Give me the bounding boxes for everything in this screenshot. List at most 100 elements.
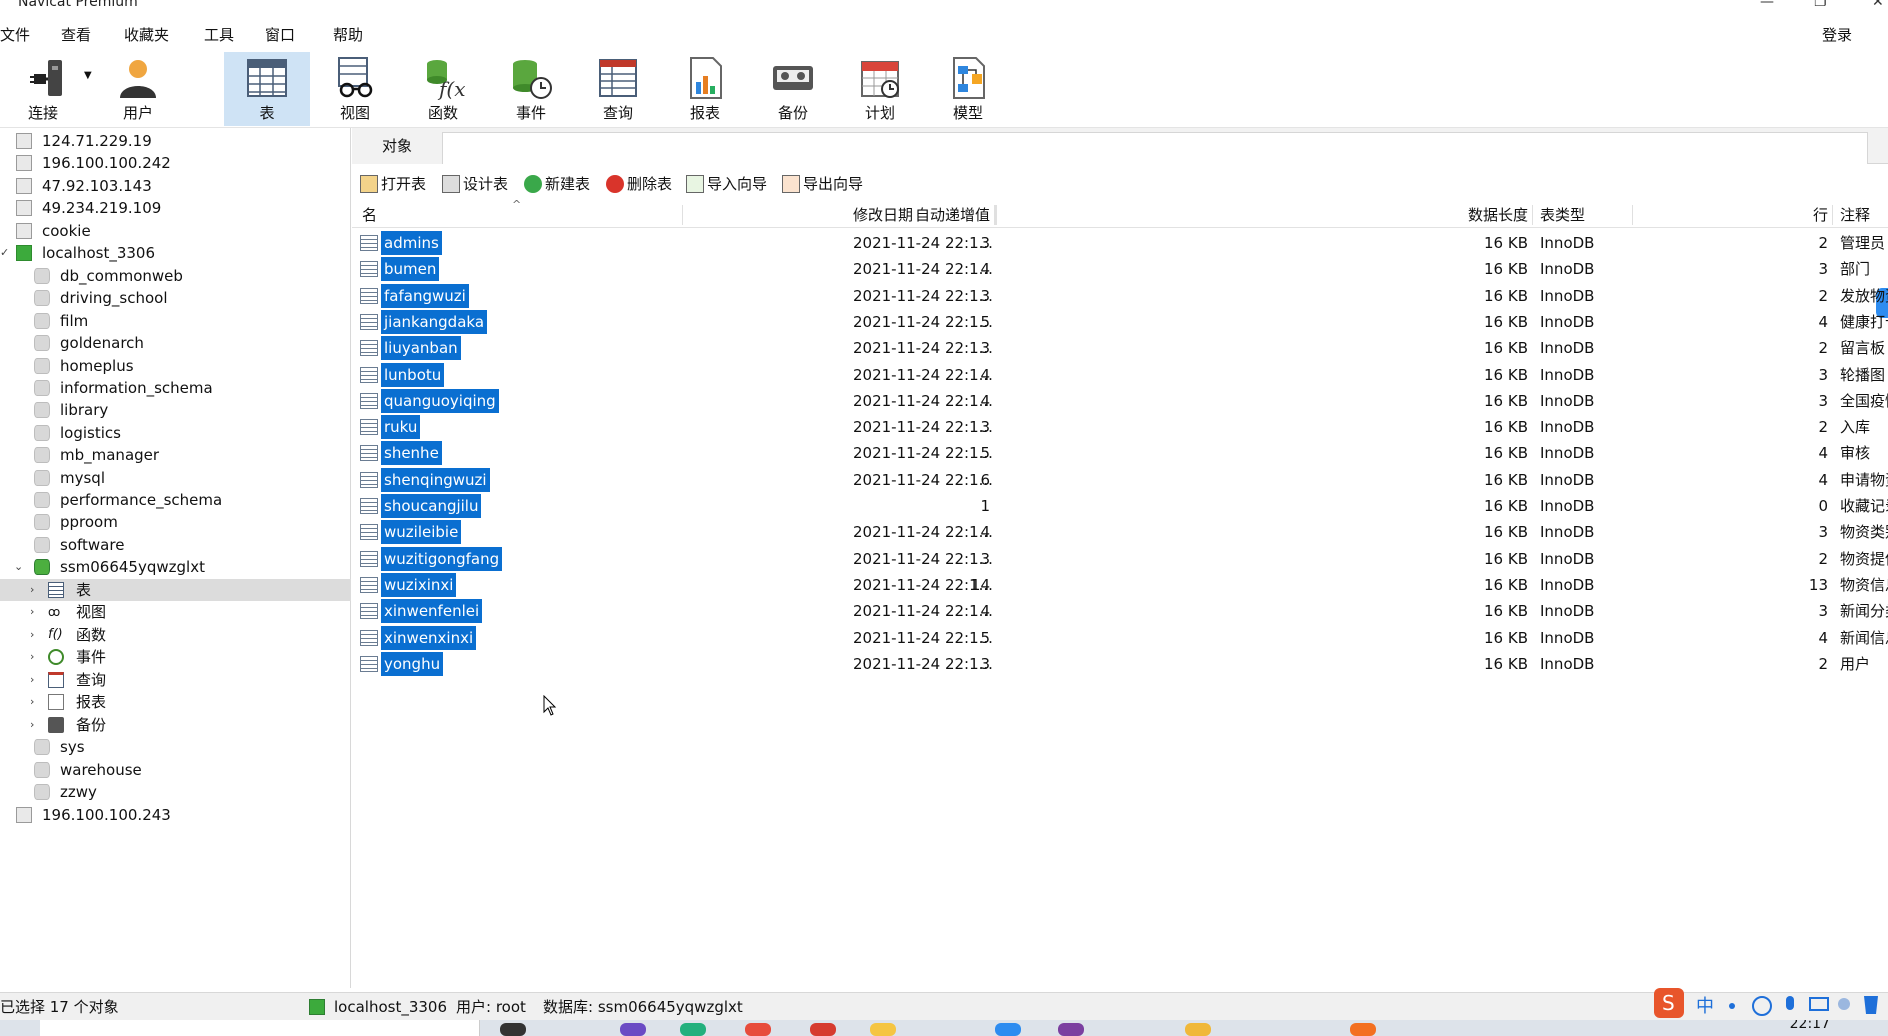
- connection-tree[interactable]: 124.71.229.19 196.100.100.242 47.92.103.…: [0, 128, 351, 988]
- tree-db[interactable]: homeplus: [0, 355, 351, 377]
- model-button[interactable]: 模型: [925, 52, 1011, 126]
- menu-favorites[interactable]: 收藏夹: [124, 24, 169, 45]
- table-row[interactable]: lunbotu 4 2021-11-24 22:1... 16 KB InnoDB 3 轮播…: [352, 362, 1888, 388]
- table-row[interactable]: jiankangdaka 5 2021-11-24 22:1... 16 KB Inno…: [352, 309, 1888, 335]
- tree-db[interactable]: driving_school: [0, 287, 351, 309]
- taskbar-app-icon[interactable]: [995, 1023, 1021, 1036]
- tree-server[interactable]: 196.100.100.242: [0, 152, 351, 174]
- tree-db[interactable]: goldenarch: [0, 332, 351, 354]
- taskbar-app-icon[interactable]: [680, 1023, 706, 1036]
- table-row[interactable]: shenhe 5 2021-11-24 22:1... 16 KB InnoDB 4 审核: [352, 440, 1888, 466]
- object-grid[interactable]: 名 ^ 自动递增值 修改日期 数据长度 表类型 行 注释 admins 3 2021…: [352, 198, 1888, 988]
- tree-db[interactable]: db_commonweb: [0, 265, 351, 287]
- col-auto-increment[interactable]: 自动递增值: [682, 202, 990, 228]
- backup-button[interactable]: 备份: [750, 52, 836, 126]
- col-comment[interactable]: 注释: [1840, 202, 1870, 228]
- tree-node-queries[interactable]: › 查询: [0, 669, 351, 691]
- taskbar-app-icon[interactable]: [745, 1023, 771, 1036]
- tree-server[interactable]: 49.234.219.109: [0, 197, 351, 219]
- tree-db[interactable]: information_schema: [0, 377, 351, 399]
- tree-db[interactable]: pproom: [0, 511, 351, 533]
- chevron-down-icon[interactable]: ⌄: [14, 556, 26, 578]
- tree-db[interactable]: logistics: [0, 422, 351, 444]
- cell-name[interactable]: shenhe: [360, 440, 680, 466]
- tab-objects[interactable]: 对象: [352, 128, 442, 164]
- chevron-right-icon[interactable]: ›: [30, 691, 42, 713]
- cell-name[interactable]: jiankangdaka: [360, 309, 680, 335]
- import-wizard-button[interactable]: 导入向导: [686, 173, 767, 195]
- function-button[interactable]: f(x) 函数: [400, 52, 486, 126]
- maximize-button[interactable]: ❐: [1814, 0, 1827, 10]
- table-row[interactable]: liuyanban 3 2021-11-24 22:1... 16 KB InnoDB 2…: [352, 335, 1888, 361]
- tree-db[interactable]: mb_manager: [0, 444, 351, 466]
- menu-help[interactable]: 帮助: [333, 24, 363, 45]
- design-table-button[interactable]: 设计表: [442, 173, 508, 195]
- view-button[interactable]: 视图: [312, 52, 398, 126]
- col-rows[interactable]: 行: [1632, 202, 1828, 228]
- tree-node-reports[interactable]: › 报表: [0, 691, 351, 713]
- query-button[interactable]: 查询: [575, 52, 661, 126]
- col-modified[interactable]: 修改日期: [853, 202, 913, 228]
- column-divider[interactable]: [1532, 205, 1533, 225]
- tree-node-views[interactable]: › ꝏ 视图: [0, 601, 351, 623]
- chevron-down-icon[interactable]: ✓: [0, 242, 12, 264]
- cell-name[interactable]: wuzitigongfang: [360, 546, 680, 572]
- cell-name[interactable]: quanguoyiqing: [360, 388, 680, 414]
- table-row[interactable]: wuzixinxi 14 2021-11-24 22:1... 16 KB InnoDB…: [352, 572, 1888, 598]
- table-row[interactable]: admins 3 2021-11-24 22:1... 16 KB InnoDB 2 管理员: [352, 230, 1888, 256]
- cell-name[interactable]: xinwenfenlei: [360, 598, 680, 624]
- taskbar-app-icon[interactable]: [1185, 1023, 1211, 1036]
- tree-db[interactable]: film: [0, 310, 351, 332]
- cell-name[interactable]: ruku: [360, 414, 680, 440]
- table-row[interactable]: quanguoyiqing 4 2021-11-24 22:1... 16 KB Inn…: [352, 388, 1888, 414]
- column-divider[interactable]: [1832, 205, 1833, 225]
- taskbar-app-icon[interactable]: [1350, 1023, 1376, 1036]
- col-name[interactable]: 名: [362, 202, 377, 228]
- cell-name[interactable]: shoucangjilu: [360, 493, 680, 519]
- chevron-right-icon[interactable]: ›: [30, 601, 42, 623]
- tree-db[interactable]: sys: [0, 736, 351, 758]
- tree-server[interactable]: 47.92.103.143: [0, 175, 351, 197]
- chevron-down-icon[interactable]: ▼: [84, 70, 92, 81]
- tree-server-localhost[interactable]: ✓ localhost_3306: [0, 242, 351, 264]
- user-button[interactable]: 用户: [95, 52, 181, 126]
- tree-server[interactable]: cookie: [0, 220, 351, 242]
- cell-name[interactable]: lunbotu: [360, 362, 680, 388]
- tree-db[interactable]: software: [0, 534, 351, 556]
- tree-db[interactable]: warehouse: [0, 759, 351, 781]
- cell-name[interactable]: fafangwuzi: [360, 283, 680, 309]
- taskbar-app-icon[interactable]: [870, 1023, 896, 1036]
- tree-db[interactable]: zzwy: [0, 781, 351, 803]
- table-row[interactable]: shoucangjilu116 KBInnoDB0收藏记录: [352, 493, 1888, 519]
- menu-view[interactable]: 查看: [61, 24, 91, 45]
- cell-name[interactable]: shenqingwuzi: [360, 467, 680, 493]
- tree-db[interactable]: performance_schema: [0, 489, 351, 511]
- column-divider[interactable]: [996, 205, 997, 225]
- cell-name[interactable]: liuyanban: [360, 335, 680, 361]
- taskbar-app-icon[interactable]: [500, 1023, 526, 1036]
- taskbar-search[interactable]: [40, 1020, 480, 1036]
- table-row[interactable]: yonghu 3 2021-11-24 22:1... 16 KB InnoDB 2 用户: [352, 651, 1888, 677]
- table-row[interactable]: xinwenfenlei 4 2021-11-24 22:1... 16 KB Inno…: [352, 598, 1888, 624]
- cell-name[interactable]: wuzixinxi: [360, 572, 680, 598]
- chevron-right-icon[interactable]: ›: [30, 579, 42, 601]
- table-row[interactable]: ruku 3 2021-11-24 22:1... 16 KB InnoDB 2 入库: [352, 414, 1888, 440]
- cell-name[interactable]: admins: [360, 230, 680, 256]
- close-button[interactable]: ✕: [1872, 0, 1884, 10]
- connect-button[interactable]: ▼ 连接: [0, 52, 100, 126]
- tree-node-functions[interactable]: › f() 函数: [0, 624, 351, 646]
- ime-toolbar[interactable]: S 中: [1654, 986, 1888, 1020]
- tree-node-backups[interactable]: › 备份: [0, 714, 351, 736]
- table-row[interactable]: shenqingwuzi 6 2021-11-24 22:1... 16 KB Inno…: [352, 467, 1888, 493]
- open-table-button[interactable]: 打开表: [360, 173, 426, 195]
- tree-db[interactable]: library: [0, 399, 351, 421]
- delete-table-button[interactable]: 删除表: [606, 173, 672, 195]
- tree-db-active[interactable]: ⌄ ssm06645yqwzglxt: [0, 556, 351, 578]
- chevron-right-icon[interactable]: ›: [30, 624, 42, 646]
- tree-db[interactable]: mysql: [0, 467, 351, 489]
- table-row[interactable]: bumen 4 2021-11-24 22:1... 16 KB InnoDB 3 部门: [352, 256, 1888, 282]
- col-data-length[interactable]: 数据长度: [1000, 202, 1528, 228]
- taskbar-app-icon[interactable]: [1058, 1023, 1084, 1036]
- menu-window[interactable]: 窗口: [265, 24, 295, 45]
- menu-file[interactable]: 文件: [0, 24, 30, 45]
